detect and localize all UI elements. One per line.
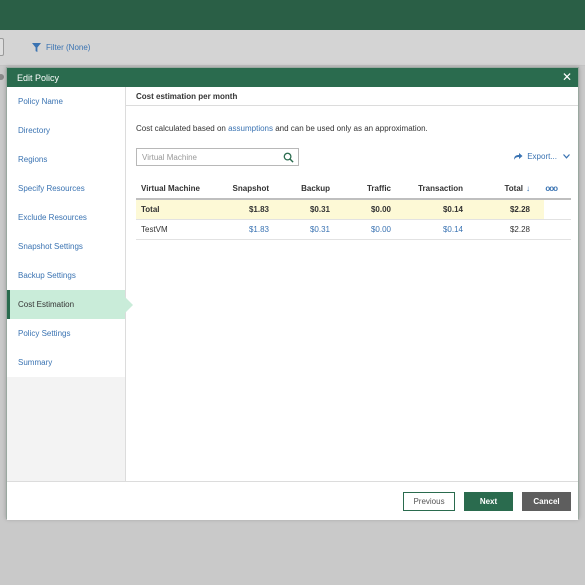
nav-item-exclude-resources[interactable]: Exclude Resources	[7, 203, 125, 232]
col-header-virtual-machine[interactable]: Virtual Machine	[136, 179, 223, 200]
wizard-nav: Policy Name Directory Regions Specify Re…	[7, 87, 133, 481]
cancel-button[interactable]: Cancel	[522, 492, 571, 511]
column-chooser-icon: ooo	[545, 184, 558, 193]
nav-item-snapshot-settings[interactable]: Snapshot Settings	[7, 232, 125, 261]
cell-transaction-link[interactable]: $0.14	[405, 219, 477, 240]
nav-empty-area	[7, 377, 125, 481]
nav-item-policy-name[interactable]: Policy Name	[7, 87, 125, 116]
section-title: Cost estimation per month	[126, 87, 578, 106]
app-toolbar: Filter (None)	[0, 30, 585, 66]
cell-empty	[544, 219, 571, 240]
filter-label: Filter (None)	[46, 43, 91, 52]
dialog-title: Edit Policy	[17, 73, 60, 83]
nav-item-directory[interactable]: Directory	[7, 116, 125, 145]
cell-vm-name: TestVM	[136, 219, 223, 240]
export-label: Export...	[527, 152, 557, 161]
vm-search-input[interactable]	[137, 149, 277, 165]
wizard-step-list: Policy Name Directory Regions Specify Re…	[7, 87, 133, 377]
col-header-total[interactable]: Total ↓	[477, 179, 544, 200]
total-cell-transaction: $0.14	[405, 199, 477, 220]
search-icon[interactable]	[283, 152, 294, 163]
close-icon[interactable]: ✕	[562, 70, 572, 84]
nav-item-policy-settings[interactable]: Policy Settings	[7, 319, 125, 348]
total-cell-traffic: $0.00	[344, 199, 405, 220]
total-cell-total: $2.28	[477, 199, 544, 220]
nav-item-cost-estimation[interactable]: Cost Estimation	[7, 290, 133, 319]
desc-prefix: Cost calculated based on	[136, 124, 226, 133]
dialog-footer: Previous Next Cancel	[7, 481, 578, 520]
cost-table: Virtual Machine Snapshot Backup Traffic …	[136, 179, 571, 240]
cell-backup-link[interactable]: $0.31	[283, 219, 344, 240]
table-row[interactable]: TestVM $1.83 $0.31 $0.00 $0.14 $2.28	[136, 219, 571, 240]
table-header-row: Virtual Machine Snapshot Backup Traffic …	[136, 179, 571, 200]
background-indicator	[0, 74, 4, 80]
dialog-header: Edit Policy ✕	[7, 68, 578, 87]
cell-traffic-link[interactable]: $0.00	[344, 219, 405, 240]
assumptions-link[interactable]: assumptions	[228, 124, 273, 133]
toolbar-button-partial[interactable]	[0, 38, 4, 56]
edit-policy-dialog: Edit Policy ✕ Policy Name Directory Regi…	[6, 67, 579, 520]
column-chooser[interactable]: ooo	[544, 179, 571, 200]
nav-item-regions[interactable]: Regions	[7, 145, 125, 174]
chevron-down-icon	[563, 154, 570, 159]
col-header-total-label: Total	[504, 184, 523, 193]
export-button[interactable]: Export...	[513, 152, 570, 161]
total-row: Total $1.83 $0.31 $0.00 $0.14 $2.28	[136, 199, 571, 220]
desc-suffix: and can be used only as an approximation…	[275, 124, 428, 133]
col-header-traffic[interactable]: Traffic	[344, 179, 405, 200]
cell-snapshot-link[interactable]: $1.83	[223, 219, 283, 240]
total-cell-empty	[544, 199, 571, 220]
previous-button[interactable]: Previous	[403, 492, 455, 511]
nav-item-backup-settings[interactable]: Backup Settings	[7, 261, 125, 290]
cost-estimation-panel: Cost estimation per month Cost calculate…	[126, 87, 578, 481]
nav-item-specify-resources[interactable]: Specify Resources	[7, 174, 125, 203]
filter-button[interactable]: Filter (None)	[32, 43, 90, 52]
export-icon	[514, 153, 523, 160]
cost-description: Cost calculated based on assumptions and…	[136, 124, 428, 133]
total-cell-label: Total	[136, 199, 223, 220]
app-header-bar	[0, 0, 585, 30]
sort-desc-icon: ↓	[526, 184, 530, 193]
next-button[interactable]: Next	[464, 492, 513, 511]
filter-icon	[32, 43, 41, 52]
col-header-backup[interactable]: Backup	[283, 179, 344, 200]
total-cell-snapshot: $1.83	[223, 199, 283, 220]
col-header-transaction[interactable]: Transaction	[405, 179, 477, 200]
nav-item-summary[interactable]: Summary	[7, 348, 125, 377]
vm-search-box	[136, 148, 299, 166]
cell-total: $2.28	[477, 219, 544, 240]
col-header-snapshot[interactable]: Snapshot	[223, 179, 283, 200]
total-cell-backup: $0.31	[283, 199, 344, 220]
